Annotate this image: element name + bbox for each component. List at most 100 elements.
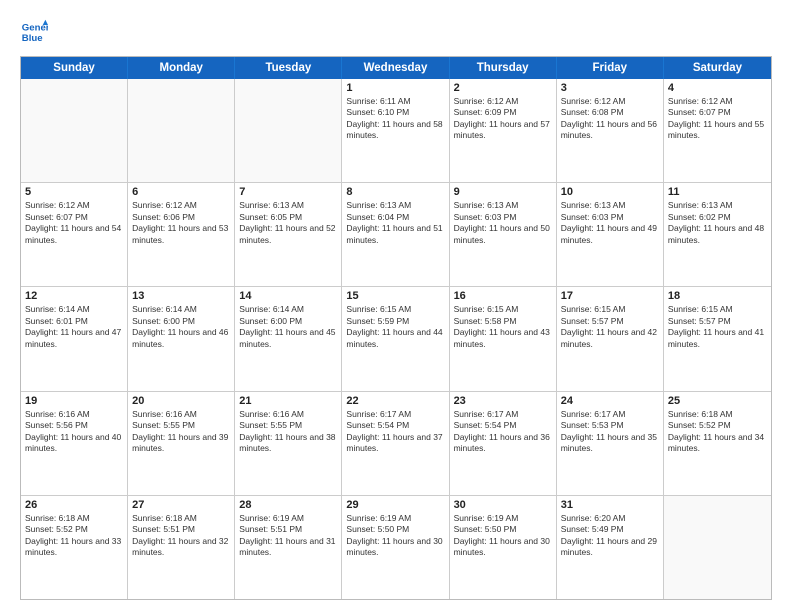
day-info: Sunrise: 6:19 AMSunset: 5:50 PMDaylight:… [454, 513, 552, 559]
day-number: 6 [132, 186, 230, 198]
day-number: 22 [346, 395, 444, 407]
day-info: Sunrise: 6:15 AMSunset: 5:59 PMDaylight:… [346, 304, 444, 350]
cal-cell: 14 Sunrise: 6:14 AMSunset: 6:00 PMDayligh… [235, 287, 342, 390]
day-info: Sunrise: 6:13 AMSunset: 6:03 PMDaylight:… [561, 200, 659, 246]
day-number: 26 [25, 499, 123, 511]
week-row-2: 5Sunrise: 6:12 AMSunset: 6:07 PMDaylight… [21, 183, 771, 287]
day-number: 18 [668, 290, 767, 302]
logo-icon: General Blue [20, 18, 48, 46]
day-number: 23 [454, 395, 552, 407]
day-info: Sunrise: 6:17 AMSunset: 5:54 PMDaylight:… [454, 409, 552, 455]
cal-cell: 16 Sunrise: 6:15 AMSunset: 5:58 PMDayligh… [450, 287, 557, 390]
cal-cell: 30 Sunrise: 6:19 AMSunset: 5:50 PMDayligh… [450, 496, 557, 599]
day-number: 9 [454, 186, 552, 198]
cal-cell: 31 Sunrise: 6:20 AMSunset: 5:49 PMDayligh… [557, 496, 664, 599]
day-number: 14 [239, 290, 337, 302]
cal-cell: 1Sunrise: 6:11 AMSunset: 6:10 PMDaylight… [342, 79, 449, 182]
cal-cell: 3 Sunrise: 6:12 AMSunset: 6:08 PMDaylight… [557, 79, 664, 182]
day-number: 3 [561, 82, 659, 94]
cal-cell: 21 Sunrise: 6:16 AMSunset: 5:55 PMDayligh… [235, 392, 342, 495]
day-info: Sunrise: 6:18 AMSunset: 5:52 PMDaylight:… [668, 409, 767, 455]
day-number: 4 [668, 82, 767, 94]
header-day-saturday: Saturday [664, 57, 771, 79]
day-number: 31 [561, 499, 659, 511]
svg-text:Blue: Blue [22, 33, 43, 44]
day-info: Sunrise: 6:19 AMSunset: 5:51 PMDaylight:… [239, 513, 337, 559]
day-info: Sunrise: 6:14 AMSunset: 6:00 PMDaylight:… [239, 304, 337, 350]
cal-cell: 11 Sunrise: 6:13 AMSunset: 6:02 PMDayligh… [664, 183, 771, 286]
day-number: 27 [132, 499, 230, 511]
day-info: Sunrise: 6:13 AMSunset: 6:02 PMDaylight:… [668, 200, 767, 246]
cal-cell: 27 Sunrise: 6:18 AMSunset: 5:51 PMDayligh… [128, 496, 235, 599]
cal-cell: 18Sunrise: 6:15 AMSunset: 5:57 PMDayligh… [664, 287, 771, 390]
day-number: 24 [561, 395, 659, 407]
day-info: Sunrise: 6:18 AMSunset: 5:52 PMDaylight:… [25, 513, 123, 559]
cal-cell [21, 79, 128, 182]
day-info: Sunrise: 6:17 AMSunset: 5:53 PMDaylight:… [561, 409, 659, 455]
day-number: 19 [25, 395, 123, 407]
day-info: Sunrise: 6:16 AMSunset: 5:55 PMDaylight:… [239, 409, 337, 455]
day-number: 29 [346, 499, 444, 511]
day-info: Sunrise: 6:20 AMSunset: 5:49 PMDaylight:… [561, 513, 659, 559]
header-day-friday: Friday [557, 57, 664, 79]
cal-cell: 25Sunrise: 6:18 AMSunset: 5:52 PMDayligh… [664, 392, 771, 495]
day-info: Sunrise: 6:15 AMSunset: 5:58 PMDaylight:… [454, 304, 552, 350]
header: General Blue [20, 18, 772, 46]
week-row-1: 1Sunrise: 6:11 AMSunset: 6:10 PMDaylight… [21, 79, 771, 183]
cal-cell [664, 496, 771, 599]
day-number: 7 [239, 186, 337, 198]
day-info: Sunrise: 6:12 AMSunset: 6:06 PMDaylight:… [132, 200, 230, 246]
day-number: 12 [25, 290, 123, 302]
day-info: Sunrise: 6:15 AMSunset: 5:57 PMDaylight:… [561, 304, 659, 350]
day-number: 28 [239, 499, 337, 511]
cal-cell: 26 Sunrise: 6:18 AMSunset: 5:52 PMDayligh… [21, 496, 128, 599]
day-info: Sunrise: 6:13 AMSunset: 6:04 PMDaylight:… [346, 200, 444, 246]
week-row-3: 12 Sunrise: 6:14 AMSunset: 6:01 PMDayligh… [21, 287, 771, 391]
cal-cell: 19Sunrise: 6:16 AMSunset: 5:56 PMDayligh… [21, 392, 128, 495]
header-day-monday: Monday [128, 57, 235, 79]
day-info: Sunrise: 6:17 AMSunset: 5:54 PMDaylight:… [346, 409, 444, 455]
day-number: 15 [346, 290, 444, 302]
cal-cell: 4Sunrise: 6:12 AMSunset: 6:07 PMDaylight… [664, 79, 771, 182]
day-info: Sunrise: 6:12 AMSunset: 6:07 PMDaylight:… [25, 200, 123, 246]
cal-cell: 7Sunrise: 6:13 AMSunset: 6:05 PMDaylight… [235, 183, 342, 286]
day-info: Sunrise: 6:12 AMSunset: 6:08 PMDaylight:… [561, 96, 659, 142]
calendar: SundayMondayTuesdayWednesdayThursdayFrid… [20, 56, 772, 600]
header-day-thursday: Thursday [450, 57, 557, 79]
cal-cell: 28 Sunrise: 6:19 AMSunset: 5:51 PMDayligh… [235, 496, 342, 599]
day-number: 30 [454, 499, 552, 511]
week-row-5: 26 Sunrise: 6:18 AMSunset: 5:52 PMDayligh… [21, 496, 771, 599]
day-info: Sunrise: 6:14 AMSunset: 6:01 PMDaylight:… [25, 304, 123, 350]
day-number: 13 [132, 290, 230, 302]
cal-cell [235, 79, 342, 182]
cal-cell: 29 Sunrise: 6:19 AMSunset: 5:50 PMDayligh… [342, 496, 449, 599]
calendar-body: 1Sunrise: 6:11 AMSunset: 6:10 PMDaylight… [21, 79, 771, 599]
day-number: 10 [561, 186, 659, 198]
cal-cell: 22 Sunrise: 6:17 AMSunset: 5:54 PMDayligh… [342, 392, 449, 495]
cal-cell: 12 Sunrise: 6:14 AMSunset: 6:01 PMDayligh… [21, 287, 128, 390]
day-info: Sunrise: 6:18 AMSunset: 5:51 PMDaylight:… [132, 513, 230, 559]
cal-cell: 5Sunrise: 6:12 AMSunset: 6:07 PMDaylight… [21, 183, 128, 286]
cal-cell: 17 Sunrise: 6:15 AMSunset: 5:57 PMDayligh… [557, 287, 664, 390]
day-number: 11 [668, 186, 767, 198]
day-info: Sunrise: 6:14 AMSunset: 6:00 PMDaylight:… [132, 304, 230, 350]
week-row-4: 19Sunrise: 6:16 AMSunset: 5:56 PMDayligh… [21, 392, 771, 496]
day-number: 17 [561, 290, 659, 302]
day-info: Sunrise: 6:11 AMSunset: 6:10 PMDaylight:… [346, 96, 444, 142]
header-day-sunday: Sunday [21, 57, 128, 79]
day-number: 21 [239, 395, 337, 407]
cal-cell: 9 Sunrise: 6:13 AMSunset: 6:03 PMDaylight… [450, 183, 557, 286]
day-info: Sunrise: 6:13 AMSunset: 6:03 PMDaylight:… [454, 200, 552, 246]
calendar-header: SundayMondayTuesdayWednesdayThursdayFrid… [21, 57, 771, 79]
cal-cell: 6 Sunrise: 6:12 AMSunset: 6:06 PMDaylight… [128, 183, 235, 286]
cal-cell: 10 Sunrise: 6:13 AMSunset: 6:03 PMDayligh… [557, 183, 664, 286]
page: General Blue SundayMondayTuesdayWednesda… [0, 0, 792, 612]
cal-cell [128, 79, 235, 182]
cal-cell: 15 Sunrise: 6:15 AMSunset: 5:59 PMDayligh… [342, 287, 449, 390]
cal-cell: 13 Sunrise: 6:14 AMSunset: 6:00 PMDayligh… [128, 287, 235, 390]
cal-cell: 8 Sunrise: 6:13 AMSunset: 6:04 PMDaylight… [342, 183, 449, 286]
logo: General Blue [20, 18, 48, 46]
day-number: 16 [454, 290, 552, 302]
day-number: 8 [346, 186, 444, 198]
day-info: Sunrise: 6:19 AMSunset: 5:50 PMDaylight:… [346, 513, 444, 559]
